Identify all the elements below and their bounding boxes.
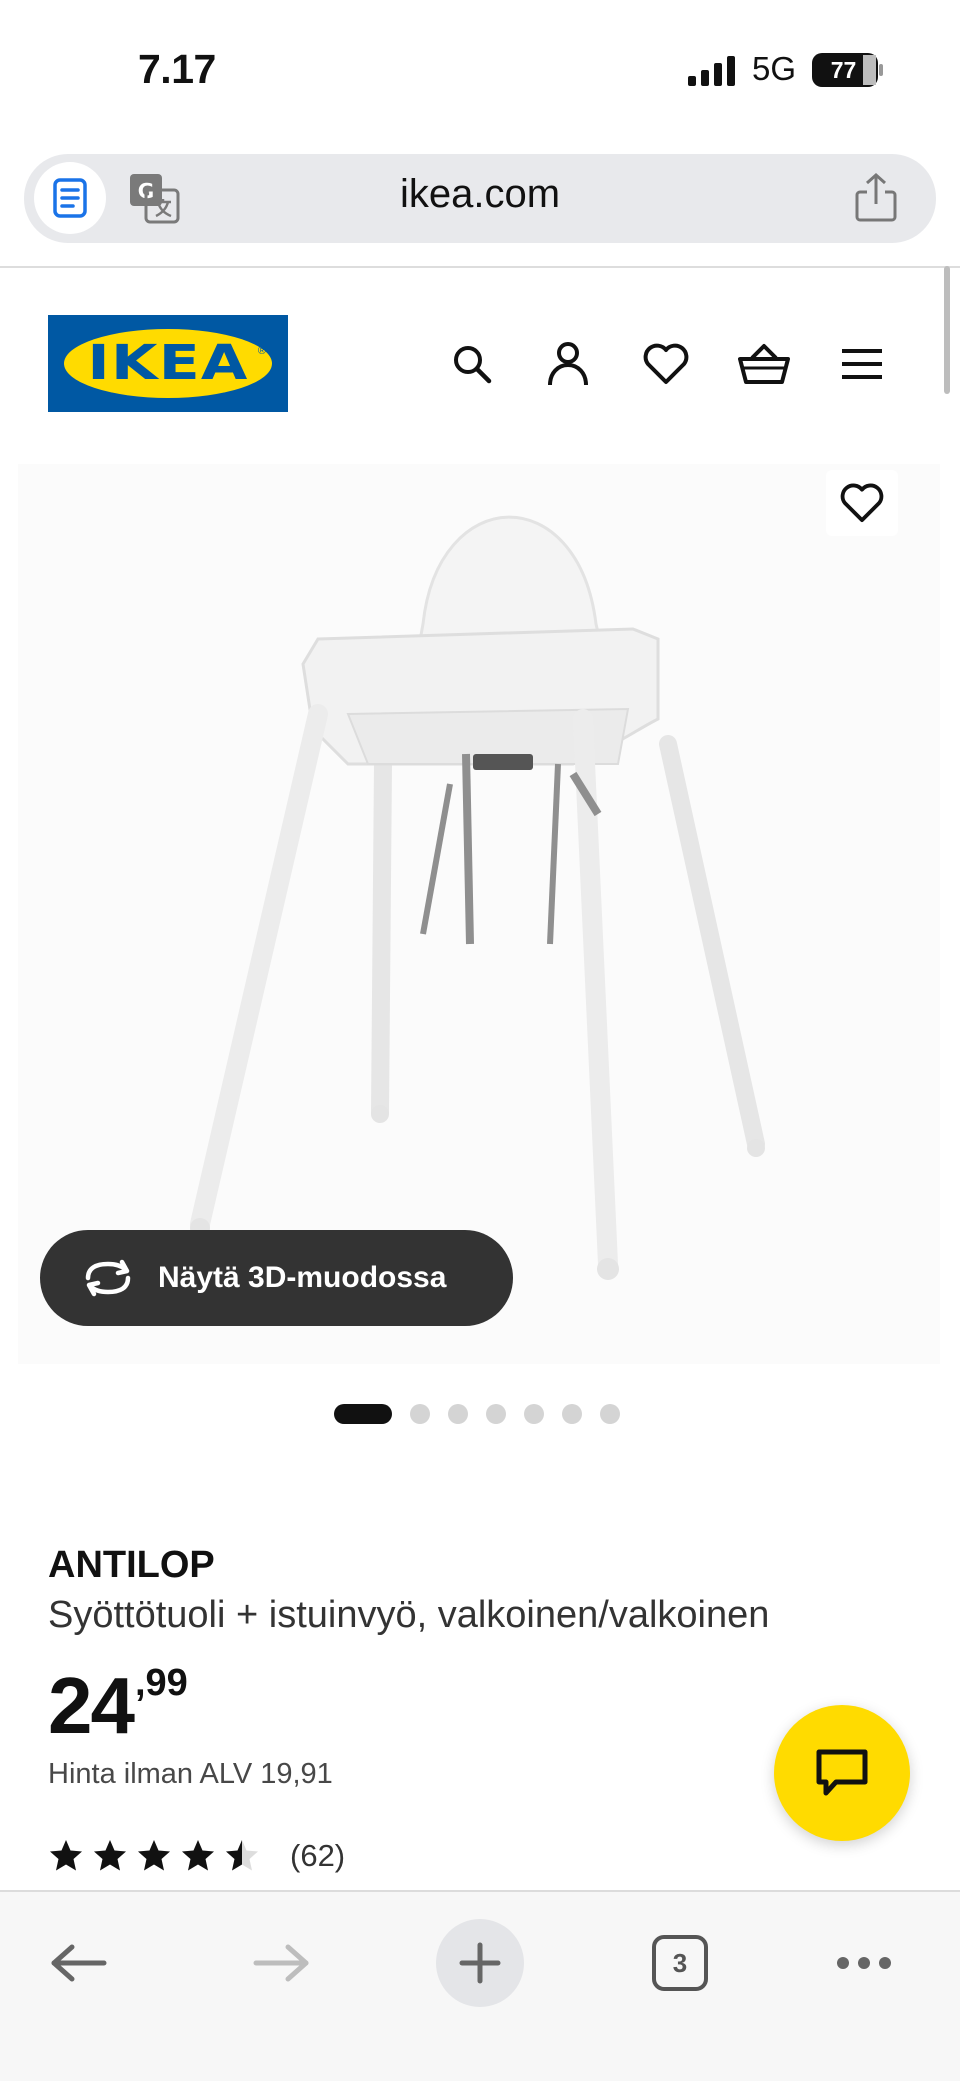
view-3d-button[interactable]: Näytä 3D-muodossa <box>40 1230 513 1326</box>
price-decimal: ,99 <box>134 1662 188 1704</box>
header-divider <box>0 266 960 268</box>
url-text[interactable]: ikea.com <box>24 172 936 217</box>
star-icon <box>182 1840 214 1871</box>
forward-button[interactable] <box>246 1918 316 2008</box>
tab-count: 3 <box>652 1935 708 1991</box>
battery-level: 77 <box>830 57 857 83</box>
network-type: 5G <box>752 50 797 87</box>
carousel-dot[interactable] <box>524 1404 544 1424</box>
chat-icon <box>816 1749 868 1796</box>
basket-button[interactable] <box>738 336 790 392</box>
product-rating[interactable]: (62) <box>48 1838 345 1874</box>
star-icon <box>94 1840 126 1871</box>
status-bar: 7.17 5G 77 <box>0 0 960 140</box>
back-button[interactable] <box>44 1918 114 2008</box>
product-name: ANTILOP <box>48 1544 215 1586</box>
arrow-right-icon <box>253 1944 309 1982</box>
scrollbar[interactable] <box>944 266 950 394</box>
carousel-dot[interactable] <box>600 1404 620 1424</box>
carousel-dot[interactable] <box>410 1404 430 1424</box>
plus-icon <box>459 1942 501 1984</box>
battery-indicator: 77 <box>812 53 884 92</box>
more-button[interactable] <box>834 1918 894 2008</box>
heart-icon <box>840 483 884 523</box>
new-tab-button[interactable] <box>436 1918 524 2008</box>
share-button[interactable] <box>854 172 904 226</box>
status-time: 7.17 <box>138 46 216 92</box>
star-icon <box>226 1840 258 1871</box>
product-price: 24,99 <box>48 1660 188 1752</box>
ikea-logo[interactable]: IKEA ® <box>48 315 288 412</box>
favorite-button[interactable] <box>826 470 898 536</box>
carousel-indicator[interactable] <box>334 1404 620 1424</box>
carousel-dot[interactable] <box>486 1404 506 1424</box>
product-description: Syöttötuoli + istuinvyö, valkoinen/valko… <box>48 1594 770 1636</box>
account-button[interactable] <box>542 336 594 392</box>
basket-icon <box>738 344 790 384</box>
product-image[interactable] <box>18 464 940 1364</box>
search-button[interactable] <box>446 336 498 392</box>
wishlist-button[interactable] <box>640 336 692 392</box>
price-excl-vat: Hinta ilman ALV 19,91 <box>48 1758 333 1790</box>
address-bar[interactable]: G ikea.com <box>24 154 936 243</box>
search-icon <box>454 346 492 384</box>
high-chair-illustration <box>190 515 765 1280</box>
carousel-dot[interactable] <box>448 1404 468 1424</box>
view-3d-label: Näytä 3D-muodossa <box>158 1261 447 1294</box>
account-icon <box>548 342 588 386</box>
star-icon <box>50 1840 82 1871</box>
menu-icon <box>842 349 882 379</box>
price-integer: 24 <box>48 1661 135 1750</box>
new-tab-circle <box>436 1919 524 2007</box>
carousel-dot[interactable] <box>562 1404 582 1424</box>
carousel-dot[interactable] <box>334 1404 392 1424</box>
browser-toolbar: 3 <box>0 1890 960 2081</box>
logo-text: IKEA <box>87 335 249 391</box>
arrow-left-icon <box>51 1944 107 1982</box>
logo-registered-mark: ® <box>257 345 266 357</box>
share-icon <box>855 172 897 222</box>
review-count[interactable]: (62) <box>290 1838 345 1874</box>
menu-button[interactable] <box>836 336 888 392</box>
star-icon <box>138 1840 170 1871</box>
signal-icon <box>688 56 735 86</box>
chat-button[interactable] <box>774 1705 910 1841</box>
more-icon <box>837 1957 891 1969</box>
tabs-button[interactable]: 3 <box>650 1918 710 2008</box>
rotate-3d-icon <box>85 1259 131 1297</box>
heart-icon <box>643 343 689 384</box>
